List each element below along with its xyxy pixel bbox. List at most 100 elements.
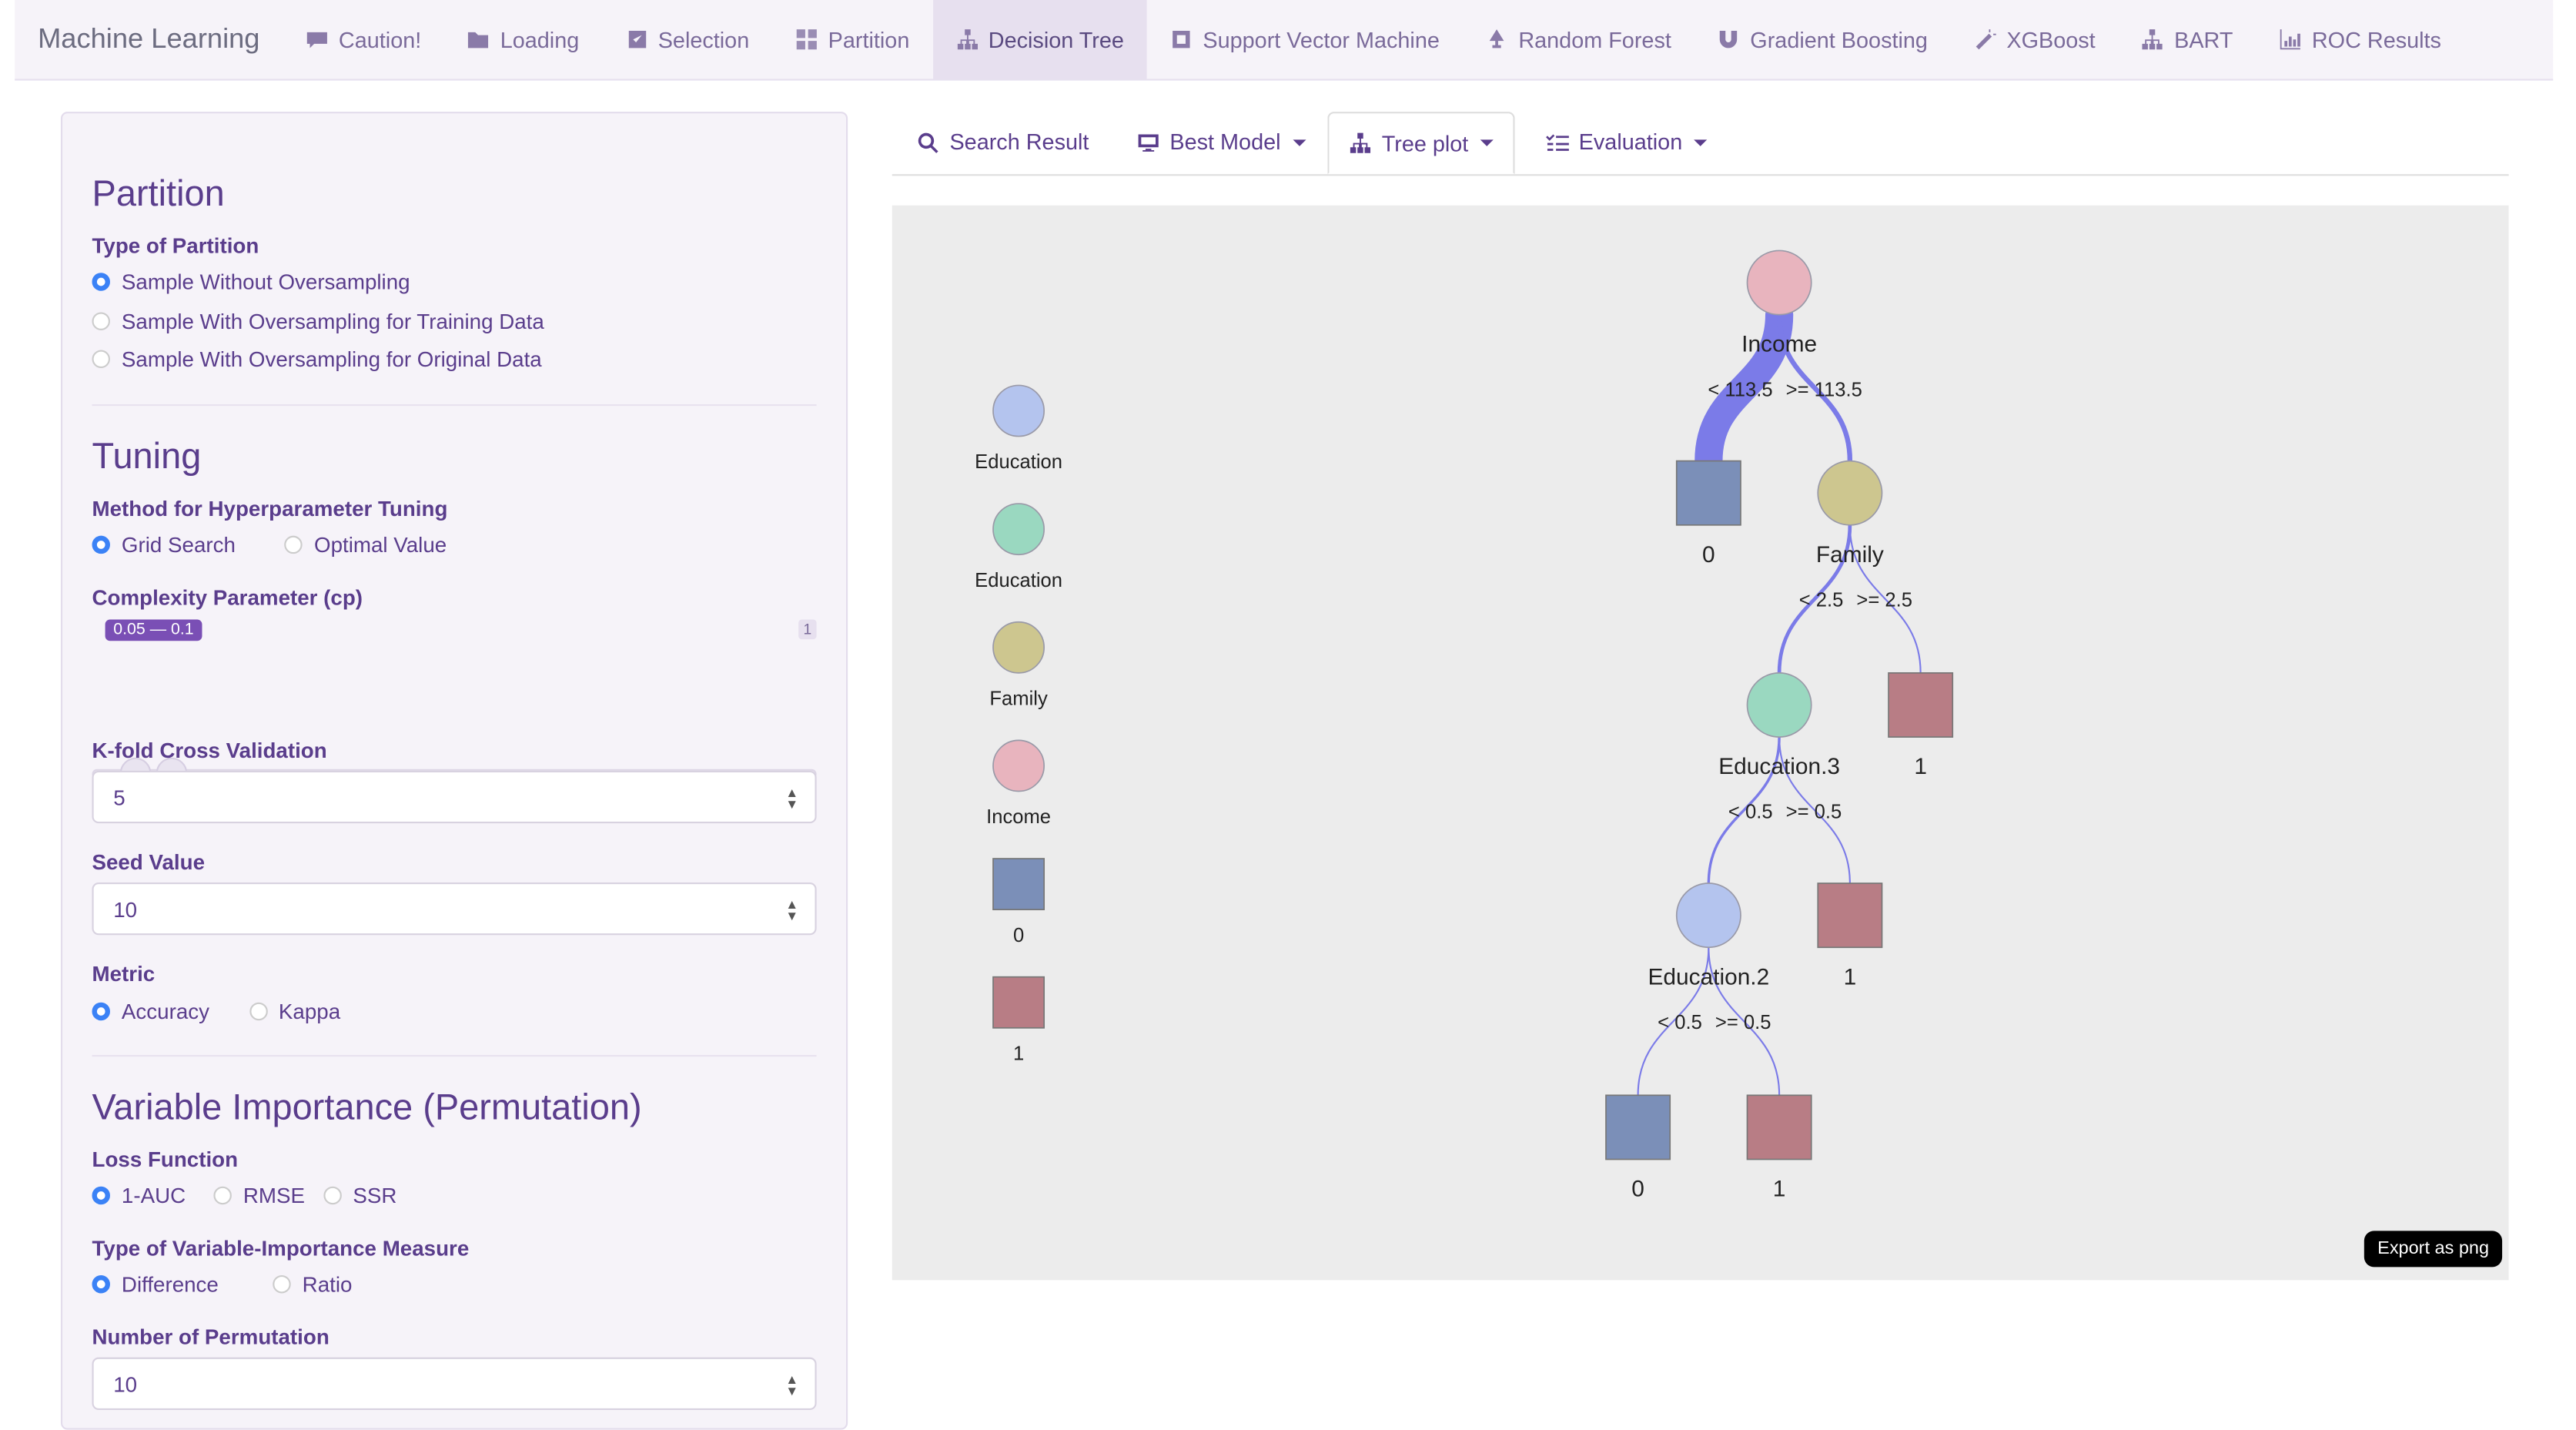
nav-item-label: XGBoost: [2006, 27, 2096, 52]
tab-label: Search Result: [949, 129, 1089, 155]
nav-item-support-vector-machine[interactable]: Support Vector Machine: [1147, 0, 1463, 79]
tree-plot-svg: Income 0 Family Education.3 1 Education.2 1 0 1 <…: [975, 249, 1954, 1202]
nav-item-bart[interactable]: BART: [2119, 0, 2257, 79]
export-png-button[interactable]: Export as png: [2364, 1231, 2503, 1268]
nav-item-decision-tree[interactable]: Decision Tree: [932, 0, 1147, 79]
folder-icon: [468, 32, 490, 49]
tree-node-n4[interactable]: [1746, 672, 1812, 738]
nav-item-partition[interactable]: Partition: [772, 0, 932, 79]
seed-spinner-icon[interactable]: ▲ ▼: [785, 898, 798, 923]
metric-label: Metric: [92, 961, 156, 986]
radio-icon[interactable]: [323, 1186, 342, 1205]
seed-input[interactable]: 10 ▲ ▼: [92, 882, 817, 936]
metric-option[interactable]: Accuracy: [92, 999, 210, 1023]
perm-input[interactable]: 10 ▲ ▼: [92, 1357, 817, 1410]
tree-node-label: Education.3: [1718, 754, 1840, 779]
tree-leaf-label: 1: [1914, 754, 1927, 779]
loss-option[interactable]: RMSE: [213, 1183, 305, 1207]
nav-item-label: Partition: [828, 27, 910, 52]
tab-evaluation[interactable]: Evaluation: [1526, 112, 1708, 172]
radio-icon[interactable]: [92, 535, 110, 554]
partition-option[interactable]: Sample With Oversampling for Original Da…: [92, 347, 542, 371]
top-navbar: Machine Learning Caution! Loading Selectio…: [15, 0, 2554, 81]
legend-circle: [992, 739, 1045, 792]
tree-edge-label: >= 113.5: [1786, 379, 1862, 400]
caret-down-icon: [1694, 139, 1708, 146]
legend-label: 1: [1013, 1043, 1024, 1064]
nav-item-loading[interactable]: Loading: [444, 0, 602, 79]
nav-item-random-forest[interactable]: Random Forest: [1463, 0, 1694, 79]
tree-icon: [1490, 29, 1504, 49]
radio-label: RMSE: [243, 1183, 305, 1208]
radio-label: Ratio: [302, 1271, 353, 1297]
radio-icon[interactable]: [92, 273, 110, 291]
measure-option[interactable]: Difference: [92, 1272, 219, 1297]
loss-option[interactable]: SSR: [323, 1183, 396, 1207]
tab-best-model[interactable]: Best Model: [1117, 112, 1314, 172]
perm-spinner-icon[interactable]: ▲ ▼: [785, 1373, 798, 1398]
tree-leaf-label: 0: [1702, 542, 1715, 568]
divider: [92, 404, 817, 407]
nav-item-caution[interactable]: Caution!: [283, 0, 444, 79]
nav-item-selection[interactable]: Selection: [602, 0, 772, 79]
magnet-icon: [1720, 31, 1738, 49]
legend-label: Education: [975, 570, 1062, 591]
tuning-title: Tuning: [92, 435, 202, 477]
legend-label: Family: [989, 688, 1048, 709]
tree-node-n1[interactable]: [1746, 249, 1812, 316]
caret-down-icon: [1480, 139, 1494, 146]
kfold-input[interactable]: 5 ▲ ▼: [92, 770, 817, 824]
caution-icon: [307, 32, 328, 49]
kfold-spinner-icon[interactable]: ▲ ▼: [785, 786, 798, 811]
tree-leaf-n2[interactable]: [1675, 460, 1741, 526]
loss-option[interactable]: 1-AUC: [92, 1183, 186, 1207]
radio-icon[interactable]: [213, 1186, 232, 1205]
nav-item-label: Random Forest: [1518, 27, 1671, 52]
tab-tree-plot[interactable]: Tree plot: [1327, 112, 1515, 175]
radio-label: Sample Without Oversampling: [121, 269, 410, 294]
nav-items: Caution! Loading Selection Partition Decisio…: [283, 0, 2464, 79]
tree-node-label: Income: [1741, 332, 1817, 357]
tree-leaf-n8[interactable]: [1605, 1094, 1671, 1160]
radio-icon[interactable]: [92, 1274, 110, 1294]
radio-icon[interactable]: [92, 311, 110, 330]
nav-item-label: ROC Results: [2311, 27, 2441, 52]
monitor-icon: [1138, 133, 1159, 151]
tuning-method-option[interactable]: Grid Search: [92, 532, 236, 557]
radio-label: Difference: [121, 1271, 219, 1297]
tree-leaf-n9[interactable]: [1746, 1094, 1812, 1160]
metric-option[interactable]: Kappa: [249, 999, 340, 1023]
legend-circle: [992, 621, 1045, 674]
measure-option[interactable]: Ratio: [273, 1272, 352, 1297]
partition-type-label: Type of Partition: [92, 233, 259, 259]
radio-label: SSR: [353, 1183, 397, 1208]
radio-icon[interactable]: [273, 1274, 291, 1294]
grid-icon: [796, 29, 817, 50]
nav-item-roc-results[interactable]: ROC Results: [2256, 0, 2464, 79]
radio-icon[interactable]: [92, 1186, 110, 1205]
radio-label: Sample With Oversampling for Training Da…: [121, 308, 544, 333]
legend-square: [992, 858, 1045, 911]
nav-item-gradient-boosting[interactable]: Gradient Boosting: [1694, 0, 1951, 79]
radio-label: Sample With Oversampling for Original Da…: [121, 347, 542, 372]
tab-search-result[interactable]: Search Result: [897, 112, 1107, 172]
legend-label: Education: [975, 451, 1062, 473]
caret-down-icon: [1292, 139, 1306, 146]
tree-node-n3[interactable]: [1817, 460, 1883, 526]
sitemap-icon: [2143, 29, 2163, 50]
radio-icon[interactable]: [249, 1002, 267, 1021]
list-check-icon: [1546, 133, 1569, 150]
radio-icon[interactable]: [284, 535, 303, 554]
legend-square: [992, 976, 1045, 1029]
nav-item-xgboost[interactable]: XGBoost: [1951, 0, 2119, 79]
partition-option[interactable]: Sample With Oversampling for Training Da…: [92, 308, 544, 333]
tree-leaf-n7[interactable]: [1817, 882, 1883, 949]
tree-node-n6[interactable]: [1675, 882, 1741, 949]
radio-icon[interactable]: [92, 350, 110, 369]
tuning-method-option[interactable]: Optimal Value: [284, 532, 447, 557]
tree-leaf-n5[interactable]: [1888, 672, 1954, 738]
radio-icon[interactable]: [92, 1002, 110, 1021]
perm-label: Number of Permutation: [92, 1325, 330, 1350]
partition-option[interactable]: Sample Without Oversampling: [92, 270, 410, 294]
cp-label: Complexity Parameter (cp): [92, 584, 363, 610]
